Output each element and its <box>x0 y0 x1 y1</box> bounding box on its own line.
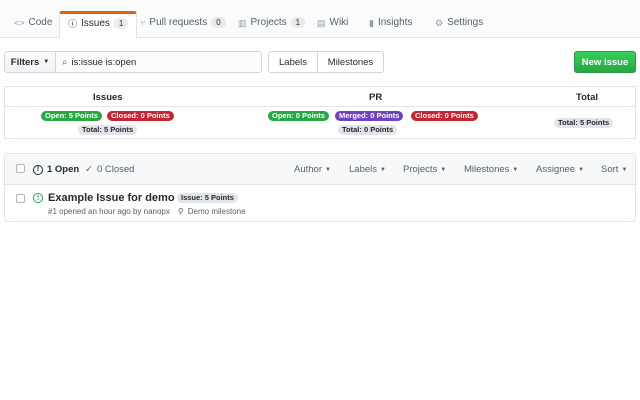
repo-nav: <> Code ⓘ Issues 1 ⑂ Pull requests 0 ▥ P… <box>0 0 640 38</box>
header-total: Total <box>576 92 598 103</box>
labels-button[interactable]: Labels <box>268 51 318 73</box>
issues-counter: 1 <box>114 18 128 29</box>
issues-list: ! 1 Open ✓ 0 Closed Author▼ Labels▼ Proj… <box>4 153 636 222</box>
milestones-button[interactable]: Milestones <box>317 51 384 73</box>
issue-opened-icon: ! <box>33 165 43 175</box>
tab-pull-requests-label: Pull requests <box>149 17 207 28</box>
code-icon: <> <box>14 17 25 29</box>
chevron-down-icon: ▼ <box>380 167 386 173</box>
total-points: Total: 5 Points <box>554 118 613 128</box>
issue-title-link[interactable]: Example Issue for demo <box>48 192 175 204</box>
author-filter-dropdown[interactable]: Author▼ <box>294 164 331 175</box>
issue-meta: #1 opened an hour ago by nanopx ⚲ Demo m… <box>48 207 246 216</box>
milestones-filter-label: Milestones <box>464 164 509 175</box>
author-filter-label: Author <box>294 164 322 175</box>
check-icon: ✓ <box>85 164 93 175</box>
project-icon: ▥ <box>238 17 247 29</box>
pr-merged-points: Merged: 0 Points <box>335 111 403 121</box>
tab-wiki-label: Wiki <box>330 17 349 28</box>
gear-icon: ⚙ <box>435 17 443 29</box>
issue-opened-icon: ! <box>33 193 43 203</box>
tab-issues-label: Issues <box>81 18 110 29</box>
graph-icon: ▮ <box>369 17 374 29</box>
tab-code[interactable]: <> Code <box>6 11 60 39</box>
tab-projects-label: Projects <box>251 17 287 28</box>
labels-filter-dropdown[interactable]: Labels▼ <box>349 164 386 175</box>
tab-issues[interactable]: ⓘ Issues 1 <box>59 11 137 39</box>
tab-wiki[interactable]: ▤ Wiki <box>309 11 356 39</box>
issue-row[interactable]: ! Example Issue for demo Issue: 5 Points… <box>5 185 635 222</box>
issue-points-label[interactable]: Issue: 5 Points <box>177 193 238 203</box>
issue-checkbox[interactable] <box>16 194 25 203</box>
tab-insights-label: Insights <box>378 17 412 28</box>
projects-filter-label: Projects <box>403 164 437 175</box>
tab-projects[interactable]: ▥ Projects 1 <box>230 11 313 39</box>
tab-pull-requests[interactable]: ⑂ Pull requests 0 <box>132 11 234 39</box>
issue-search-input[interactable] <box>71 57 251 68</box>
header-pr: PR <box>369 92 382 103</box>
assignee-filter-dropdown[interactable]: Assignee▼ <box>536 164 584 175</box>
filters-dropdown[interactable]: Filters ▼ <box>4 51 56 73</box>
header-issues: Issues <box>93 92 123 103</box>
pr-open-points: Open: 0 Points <box>268 111 329 121</box>
book-icon: ▤ <box>317 17 326 29</box>
issue-milestone-link[interactable]: Demo milestone <box>188 207 246 216</box>
milestones-filter-dropdown[interactable]: Milestones▼ <box>464 164 518 175</box>
chevron-down-icon: ▼ <box>512 167 518 173</box>
git-pull-request-icon: ⑂ <box>140 17 145 29</box>
pull-requests-counter: 0 <box>211 17 225 28</box>
tab-settings-label: Settings <box>447 17 483 28</box>
issue-opened-by: #1 opened an hour ago by nanopx <box>48 207 170 216</box>
issue-search[interactable]: ⌕ <box>55 51 262 73</box>
chevron-down-icon: ▼ <box>325 167 331 173</box>
tab-settings[interactable]: ⚙ Settings <box>427 11 491 39</box>
labels-filter-label: Labels <box>349 164 377 175</box>
projects-filter-dropdown[interactable]: Projects▼ <box>403 164 446 175</box>
issues-list-header: ! 1 Open ✓ 0 Closed Author▼ Labels▼ Proj… <box>5 154 635 185</box>
new-issue-button[interactable]: New issue <box>574 51 636 73</box>
tab-code-label: Code <box>29 17 53 28</box>
assignee-filter-label: Assignee <box>536 164 575 175</box>
chevron-down-icon: ▼ <box>621 167 627 173</box>
issues-total-points: Total: 5 Points <box>78 125 137 135</box>
points-table-header: Issues PR Total <box>5 87 635 107</box>
search-icon: ⌕ <box>62 57 67 68</box>
issues-open-points: Open: 5 Points <box>41 111 102 121</box>
filters-label: Filters <box>11 57 40 68</box>
milestone-icon: ⚲ <box>178 207 184 216</box>
issues-closed-points: Closed: 0 Points <box>107 111 174 121</box>
pr-closed-points: Closed: 0 Points <box>411 111 478 121</box>
chevron-down-icon: ▼ <box>578 167 584 173</box>
projects-counter: 1 <box>291 17 305 28</box>
select-all-checkbox[interactable] <box>16 164 25 173</box>
points-table: Issues PR Total Open: 5 Points Closed: 0… <box>4 86 636 139</box>
chevron-down-icon: ▼ <box>440 167 446 173</box>
closed-issues-label: 0 Closed <box>97 164 135 175</box>
sort-label: Sort <box>601 164 618 175</box>
tab-insights[interactable]: ▮ Insights <box>361 11 420 39</box>
issue-opened-icon: ⓘ <box>68 18 77 30</box>
open-issues-label: 1 Open <box>47 164 79 175</box>
open-issues-filter[interactable]: ! 1 Open <box>33 164 79 175</box>
closed-issues-filter[interactable]: ✓ 0 Closed <box>85 164 134 175</box>
chevron-down-icon: ▼ <box>43 59 49 65</box>
pr-total-points: Total: 0 Points <box>338 125 397 135</box>
sort-dropdown[interactable]: Sort▼ <box>601 164 627 175</box>
